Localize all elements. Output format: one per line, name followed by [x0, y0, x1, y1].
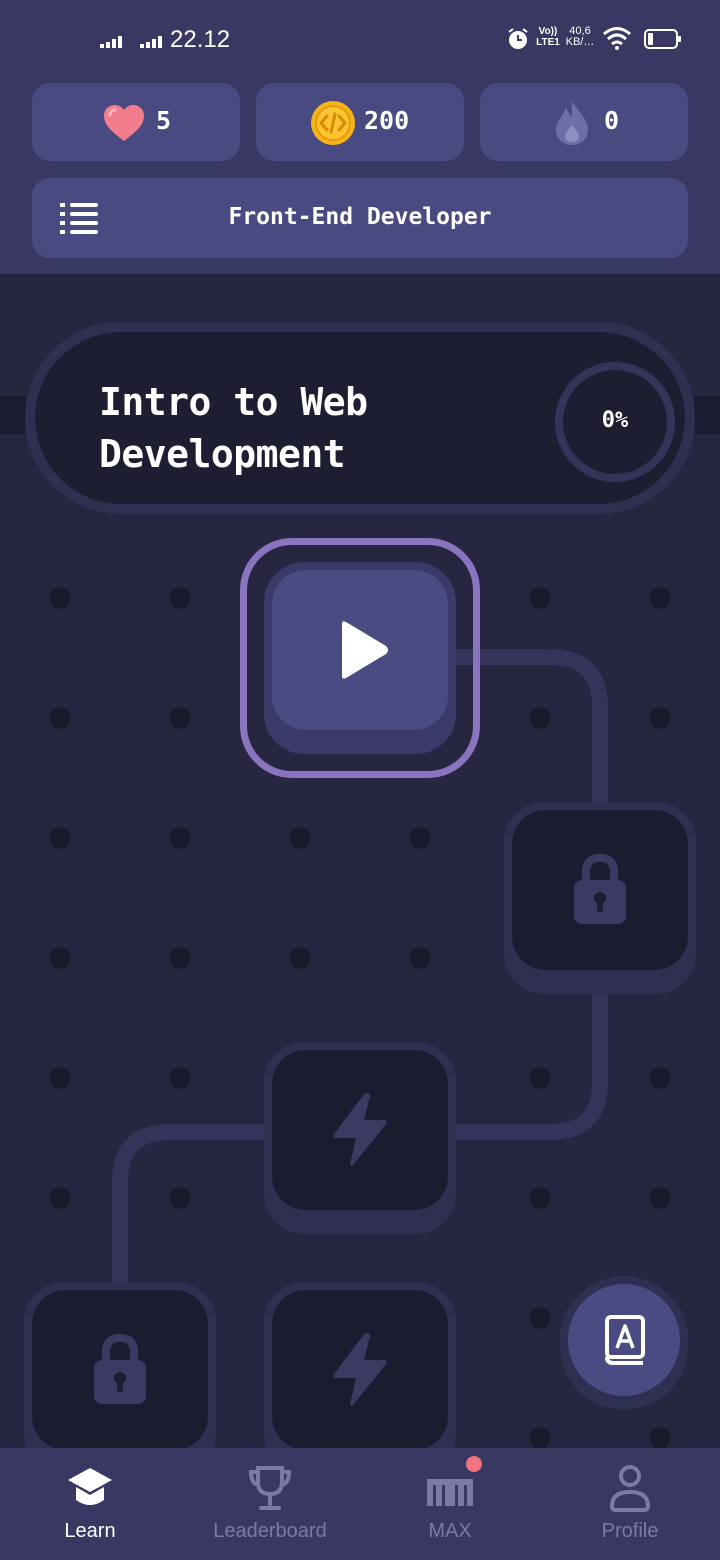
graduation-cap-icon — [68, 1468, 112, 1505]
lock-icon — [574, 854, 626, 924]
streak-count: 0 — [604, 106, 620, 135]
top-header: 22.12 Vo)) LTE1 40,6 KB/… 5 200 0 Front-… — [0, 0, 720, 274]
speed-label: 40,6 KB/… — [565, 25, 595, 48]
course-title: Front-End Developer — [228, 204, 492, 230]
nav-learn-label: Learn — [64, 1520, 116, 1542]
coins-card[interactable]: 200 — [256, 83, 464, 161]
wifi-icon — [603, 27, 631, 50]
max-notification-badge — [466, 1456, 482, 1472]
glossary-button[interactable] — [560, 1276, 688, 1410]
trophy-icon — [248, 1466, 292, 1510]
locked-lesson-node-2[interactable] — [24, 1282, 216, 1474]
heart-icon — [104, 105, 144, 141]
nav-profile[interactable]: Profile — [540, 1448, 720, 1560]
nav-max-label: MAX — [428, 1520, 472, 1542]
network-label: Vo)) LTE1 — [536, 26, 560, 48]
hearts-card[interactable]: 5 — [32, 83, 240, 161]
signal-icon — [100, 36, 122, 48]
streak-card[interactable]: 0 — [480, 83, 688, 161]
nav-max[interactable]: MAX — [360, 1448, 540, 1560]
practice-node-1[interactable] — [264, 1042, 456, 1234]
section-title: Intro to Web Development — [99, 376, 459, 480]
alarm-icon — [508, 28, 528, 49]
course-selector[interactable]: Front-End Developer — [32, 178, 688, 258]
nav-learn[interactable]: Learn — [0, 1448, 180, 1560]
nav-profile-label: Profile — [601, 1520, 659, 1542]
coins-count: 200 — [364, 106, 410, 135]
max-icon — [427, 1479, 473, 1506]
signal-icon-2 — [140, 36, 162, 48]
section-banner[interactable]: Intro to Web Development 0% — [25, 322, 695, 514]
lock-icon — [94, 1334, 146, 1404]
nav-leaderboard-label: Leaderboard — [213, 1520, 327, 1542]
lightning-icon — [333, 1333, 387, 1406]
hearts-count: 5 — [156, 106, 172, 135]
section-progress-ring: 0% — [555, 362, 675, 482]
person-icon — [609, 1465, 651, 1512]
book-icon — [605, 1315, 645, 1365]
nav-leaderboard[interactable]: Leaderboard — [180, 1448, 360, 1560]
section-progress-text: 0% — [601, 408, 629, 433]
play-icon — [342, 621, 388, 679]
battery-icon — [644, 29, 681, 49]
bottom-navigation: Learn Leaderboard MAX Profile — [0, 1448, 720, 1560]
clock-time: 22.12 — [170, 26, 231, 53]
practice-node-2[interactable] — [264, 1282, 456, 1474]
current-lesson-node[interactable] — [264, 562, 456, 754]
coin-icon — [311, 101, 355, 145]
section-title-line-1: Intro to Web — [99, 380, 368, 424]
section-title-line-2: Development — [99, 432, 346, 476]
locked-lesson-node-1[interactable] — [504, 802, 696, 994]
lightning-icon — [333, 1093, 387, 1166]
flame-icon — [556, 101, 588, 145]
